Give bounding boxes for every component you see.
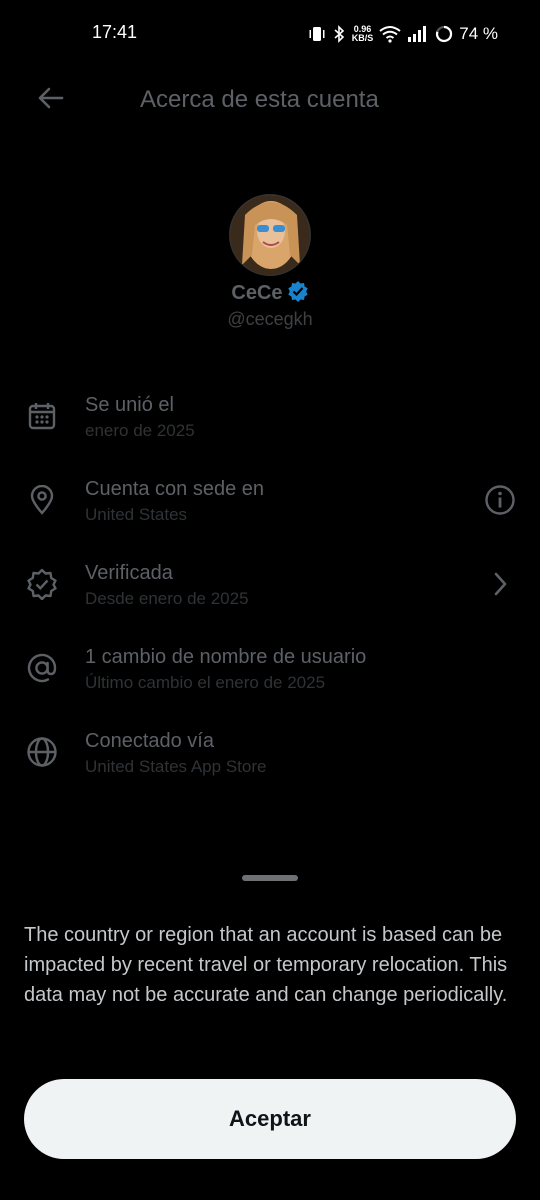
location-pin-icon (24, 482, 60, 518)
info-icon (484, 484, 516, 521)
account-info-list: Se unió el enero de 2025 Cuenta con sede… (0, 380, 540, 800)
globe-icon (24, 734, 60, 770)
chevron-right-icon (490, 570, 510, 603)
verified-check-icon (287, 280, 309, 307)
row-title: Se unió el (85, 394, 174, 416)
row-joined: Se unió el enero de 2025 (0, 380, 540, 464)
row-title: Conectado vía (85, 730, 214, 752)
battery-text: 74 % (459, 24, 498, 43)
header: Acerca de esta cuenta (0, 68, 540, 132)
display-name: CeCe (231, 282, 283, 304)
sheet-drag-handle[interactable] (242, 875, 298, 881)
row-title: 1 cambio de nombre de usuario (85, 646, 367, 668)
screen: 17:41 0.96 KB/S 74 % Acerca de esta cuen… (0, 0, 540, 1200)
row-subtitle: United States (85, 505, 188, 524)
vibrate-icon (308, 25, 326, 43)
verified-badge-icon (24, 566, 60, 602)
arrow-left-icon (36, 86, 64, 115)
calendar-icon (24, 398, 60, 434)
row-subtitle: Desde enero de 2025 (85, 589, 249, 608)
info-button[interactable] (482, 484, 518, 520)
row-title: Cuenta con sede en (85, 478, 265, 500)
row-location: Cuenta con sede en United States (0, 464, 540, 548)
wifi-icon (379, 25, 401, 43)
name-row: CeCe (0, 280, 540, 307)
avatar (229, 194, 311, 276)
location-disclaimer: The country or region that an account is… (24, 924, 508, 1006)
row-subtitle: United States App Store (85, 757, 267, 776)
row-title: Verificada (85, 562, 173, 584)
net-speed: 0.96 KB/S (352, 25, 374, 43)
signal-icon (407, 25, 429, 43)
username-handle: @cecegkh (227, 309, 313, 329)
bluetooth-icon (332, 25, 346, 43)
verified-chevron (482, 568, 518, 604)
accept-button[interactable]: Aceptar (24, 1079, 516, 1159)
row-subtitle: Último cambio el enero de 2025 (85, 673, 326, 692)
at-sign-icon (24, 650, 60, 686)
net-speed-unit: KB/S (351, 33, 374, 43)
status-icons: 0.96 KB/S 74 % (308, 22, 498, 46)
page-title: Acerca de esta cuenta (140, 86, 379, 113)
row-connected-via: Conectado vía United States App Store (0, 716, 540, 800)
status-time: 17:41 (92, 22, 138, 42)
back-button[interactable] (28, 82, 72, 118)
status-bar: 17:41 0.96 KB/S 74 % (0, 0, 540, 68)
row-verified[interactable]: Verificada Desde enero de 2025 (0, 548, 540, 632)
row-subtitle: enero de 2025 (85, 421, 195, 440)
battery-ring-icon (435, 25, 453, 43)
row-username-changes: 1 cambio de nombre de usuario Último cam… (0, 632, 540, 716)
profile-block: CeCe @cecegkh (0, 194, 540, 330)
